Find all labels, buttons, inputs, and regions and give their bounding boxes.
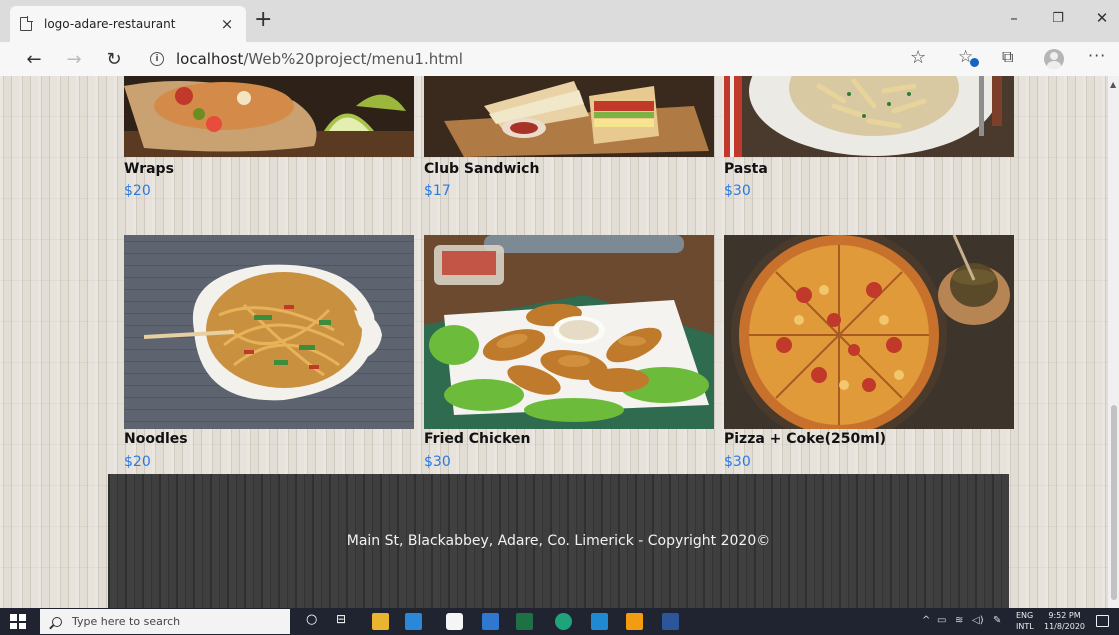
calendar-icon[interactable] — [482, 613, 499, 630]
xampp-icon[interactable] — [626, 613, 643, 630]
scroll-up-arrow-icon[interactable]: ▲ — [1110, 80, 1116, 89]
menu-item-name: Club Sandwich — [424, 161, 540, 177]
vscode-icon[interactable] — [591, 613, 608, 630]
file-explorer-icon[interactable] — [372, 613, 389, 630]
menu-item-name: Noodles — [124, 431, 188, 447]
wifi-icon[interactable]: ≋ — [955, 615, 963, 626]
tab-close-button[interactable]: × — [218, 15, 236, 33]
scrollbar-thumb[interactable] — [1111, 405, 1117, 600]
windows-taskbar: Type here to search ○ ⊟ ^ ▭ ≋ ◁) ✎ ENG I… — [0, 608, 1119, 635]
noodles-image — [124, 235, 414, 429]
cortana-icon[interactable]: ○ — [306, 612, 317, 627]
menu-item-name: Pizza + Coke(250ml) — [724, 431, 887, 447]
pasta-image — [724, 76, 1014, 157]
profile-avatar[interactable] — [1044, 49, 1064, 69]
menu-item-name: Fried Chicken — [424, 431, 531, 447]
tray-chevron-icon[interactable]: ^ — [922, 615, 930, 626]
pizza-image — [724, 235, 1014, 429]
menu-item-price: $20 — [124, 183, 151, 199]
address-bar-row: ← → ↻ i localhost /Web%20project/menu1.h… — [0, 42, 1119, 76]
menu-item-price: $30 — [724, 454, 751, 470]
new-tab-button[interactable]: + — [254, 9, 272, 31]
wraps-image — [124, 76, 414, 157]
clock-date: 11/8/2020 — [1044, 622, 1086, 631]
mail-icon[interactable] — [405, 613, 422, 630]
menu-item-price: $30 — [724, 183, 751, 199]
url-host: localhost — [176, 50, 244, 68]
volume-icon[interactable]: ◁) — [972, 615, 984, 626]
collections-icon[interactable]: ⧉ — [1002, 47, 1013, 67]
menu-item-price: $30 — [424, 454, 451, 470]
task-view-icon[interactable]: ⊟ — [336, 612, 346, 626]
minimize-button[interactable]: – — [994, 9, 1034, 27]
tab-title: logo-adare-restaurant — [44, 17, 176, 31]
lang-bottom: INTL — [1016, 622, 1034, 631]
menu-item-price: $20 — [124, 454, 151, 470]
pen-icon[interactable]: ✎ — [993, 615, 1001, 626]
menu-item-price: $17 — [424, 183, 451, 199]
favorites-badge-icon — [970, 58, 979, 67]
battery-icon[interactable]: ▭ — [937, 615, 946, 626]
language-indicator[interactable]: ENG INTL — [1016, 610, 1034, 632]
refresh-button[interactable]: ↻ — [94, 49, 134, 70]
browser-tab[interactable]: logo-adare-restaurant × — [10, 6, 246, 42]
url-path: /Web%20project/menu1.html — [243, 50, 463, 68]
address-bar[interactable]: i localhost /Web%20project/menu1.html — [150, 46, 940, 72]
word-icon[interactable] — [662, 613, 679, 630]
windows-start-icon[interactable] — [10, 614, 26, 629]
tab-strip: logo-adare-restaurant × + – ❐ ✕ — [0, 0, 1119, 42]
close-window-button[interactable]: ✕ — [1082, 9, 1119, 27]
taskbar-search-box[interactable]: Type here to search — [40, 609, 290, 634]
clock-time: 9:52 PM — [1048, 611, 1081, 620]
edge-icon[interactable] — [555, 613, 572, 630]
excel-icon[interactable] — [516, 613, 533, 630]
menu-item-name: Wraps — [124, 161, 174, 177]
back-button[interactable]: ← — [14, 49, 54, 70]
notification-center-icon[interactable] — [1096, 615, 1109, 627]
footer-address-copyright: Main St, Blackabbey, Adare, Co. Limerick… — [346, 533, 771, 549]
info-icon[interactable]: i — [150, 52, 164, 66]
forward-button[interactable]: → — [54, 49, 94, 70]
store-icon[interactable] — [446, 613, 463, 630]
restore-button[interactable]: ❐ — [1038, 11, 1078, 26]
page-viewport: Wraps $20 Club Sandwich $17 Pasta $30 No… — [0, 76, 1108, 608]
search-placeholder: Type here to search — [72, 615, 181, 628]
site-footer: Main St, Blackabbey, Adare, Co. Limerick… — [108, 474, 1009, 608]
more-menu-icon[interactable]: ··· — [1088, 46, 1106, 65]
menu-item-name: Pasta — [724, 161, 768, 177]
search-icon — [52, 616, 62, 627]
taskbar-clock[interactable]: 9:52 PM 11/8/2020 — [1044, 610, 1085, 632]
lang-top: ENG — [1016, 611, 1034, 620]
favorite-star-icon[interactable]: ☆ — [910, 47, 926, 68]
fried-chicken-image — [424, 235, 714, 429]
page-icon — [20, 16, 33, 31]
club-sandwich-image — [424, 76, 714, 157]
